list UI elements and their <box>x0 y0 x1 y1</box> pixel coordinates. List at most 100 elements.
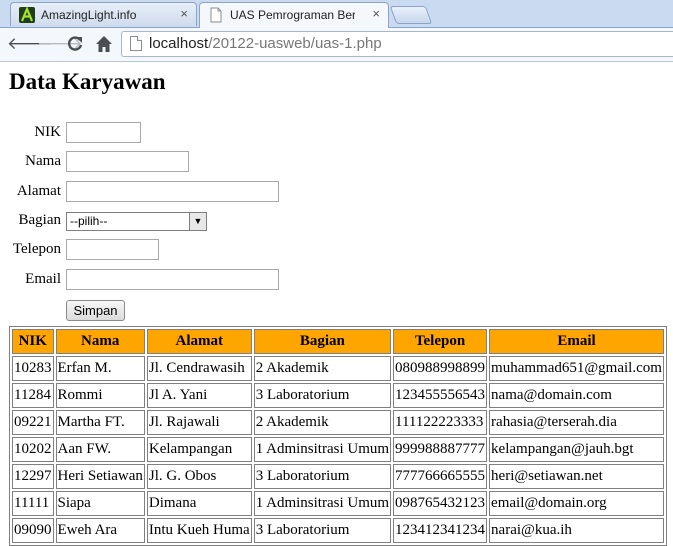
column-header-email: Email <box>489 329 664 354</box>
column-header-bagian: Bagian <box>253 329 392 354</box>
amazinglight-favicon-icon <box>19 7 35 23</box>
dropdown-arrow-icon[interactable]: ▼ <box>189 213 206 230</box>
cell-nama: Martha FT. <box>55 410 145 435</box>
email-label: Email <box>25 271 61 287</box>
close-tab-icon[interactable]: × <box>372 6 380 21</box>
url-path: /20122-uasweb/uas-1.php <box>208 35 382 52</box>
close-tab-icon[interactable]: × <box>180 6 188 21</box>
cell-nama: Aan FW. <box>55 437 145 462</box>
home-icon[interactable] <box>94 34 114 54</box>
cell-bagian: 3 Laboratorium <box>253 518 392 543</box>
cell-nik: 09221 <box>12 410 54 435</box>
table-header-row: NIK Nama Alamat Bagian Telepon Email <box>12 329 664 354</box>
cell-telepon: 123455556543 <box>393 383 488 408</box>
new-tab-button[interactable] <box>389 6 433 24</box>
cell-alamat: Jl. Rajawali <box>146 410 252 435</box>
cell-email: muhammad651@gmail.com <box>489 356 664 381</box>
table-row: 11284 Rommi Jl A. Yani 3 Laboratorium 12… <box>12 383 664 408</box>
cell-telepon: 777766665555 <box>393 464 488 489</box>
url-host: localhost <box>149 35 209 52</box>
cell-nik: 12297 <box>12 464 54 489</box>
cell-telepon: 080988998899 <box>393 356 488 381</box>
cell-email: nama@domain.com <box>489 383 664 408</box>
bagian-select[interactable]: --pilih-- ▼ <box>66 212 207 231</box>
tab-amazinglight[interactable]: AmazingLight.info × <box>10 2 197 26</box>
alamat-row: Alamat <box>0 181 673 203</box>
cell-nik: 11111 <box>12 491 54 516</box>
nama-row: Nama <box>0 151 673 173</box>
table-row: 10283 Erfan M. Jl. Cendrawasih 2 Akademi… <box>12 356 664 381</box>
karyawan-table: NIK Nama Alamat Bagian Telepon Email 102… <box>9 326 667 546</box>
column-header-telepon: Telepon <box>393 329 488 354</box>
table-row: 11111 Siapa Dimana 1 Adminsitrasi Umum 0… <box>12 491 664 516</box>
column-header-nik: NIK <box>12 329 54 354</box>
telepon-label: Telepon <box>12 241 61 257</box>
cell-email: narai@kua.ih <box>489 518 664 543</box>
tab-strip: AmazingLight.info × UAS Pemrograman Berb… <box>0 0 673 28</box>
nama-label: Nama <box>25 153 61 169</box>
page-icon <box>130 36 142 51</box>
reload-icon[interactable] <box>65 34 85 54</box>
bagian-selected-value: --pilih-- <box>70 214 108 228</box>
tab-title: AmazingLight.info <box>41 8 137 22</box>
page-favicon-icon <box>210 7 222 23</box>
cell-alamat: Kelampangan <box>146 437 252 462</box>
tab-uas[interactable]: UAS Pemrograman Berbas × <box>199 2 389 28</box>
email-row: Email <box>0 269 673 291</box>
forward-arrow-icon[interactable]: 🡒 <box>37 34 83 54</box>
cell-alamat: Dimana <box>146 491 252 516</box>
cell-nik: 11284 <box>12 383 54 408</box>
address-bar[interactable]: localhost/20122-uasweb/uas-1.php <box>121 31 673 57</box>
cell-nama: Siapa <box>55 491 145 516</box>
cell-bagian: 3 Laboratorium <box>253 464 392 489</box>
table-row: 10202 Aan FW. Kelampangan 1 Adminsitrasi… <box>12 437 664 462</box>
table-row: 09221 Martha FT. Jl. Rajawali 2 Akademik… <box>12 410 664 435</box>
cell-email: email@domain.org <box>489 491 664 516</box>
simpan-button[interactable]: Simpan <box>66 300 125 321</box>
cell-nama: Erfan M. <box>55 356 145 381</box>
cell-bagian: 1 Adminsitrasi Umum <box>253 491 392 516</box>
cell-nama: Rommi <box>55 383 145 408</box>
cell-telepon: 999988887777 <box>393 437 488 462</box>
bagian-label: Bagian <box>18 212 62 228</box>
cell-nama: Eweh Ara <box>55 518 145 543</box>
cell-telepon: 123412341234 <box>393 518 488 543</box>
alamat-input[interactable] <box>66 181 279 202</box>
nama-input[interactable] <box>66 151 189 172</box>
cell-email: rahasia@terserah.dia <box>489 410 664 435</box>
cell-alamat: Intu Kueh Huma <box>146 518 252 543</box>
cell-alamat: Jl A. Yani <box>146 383 252 408</box>
cell-alamat: Jl. G. Obos <box>146 464 252 489</box>
cell-nik: 09090 <box>12 518 54 543</box>
email-input[interactable] <box>66 269 279 290</box>
table-row: 09090 Eweh Ara Intu Kueh Huma 3 Laborato… <box>12 518 664 543</box>
nik-label: NIK <box>34 124 61 140</box>
cell-bagian: 3 Laboratorium <box>253 383 392 408</box>
page-content: Data Karyawan NIK Nama Alamat Bagian --p… <box>0 62 673 546</box>
browser-toolbar: 🡐 🡒 localhost/20122-uasweb/uas-1.php <box>0 28 673 62</box>
nik-input[interactable] <box>66 122 141 143</box>
cell-telepon: 098765432123 <box>393 491 488 516</box>
alamat-label: Alamat <box>16 183 61 199</box>
telepon-row: Telepon <box>0 239 673 261</box>
cell-alamat: Jl. Cendrawasih <box>146 356 252 381</box>
cell-telepon: 111122223333 <box>393 410 488 435</box>
cell-bagian: 2 Akademik <box>253 356 392 381</box>
bagian-row: Bagian --pilih-- ▼ <box>0 210 673 232</box>
column-header-nama: Nama <box>55 329 145 354</box>
page-title: Data Karyawan <box>9 69 166 94</box>
address-url: localhost/20122-uasweb/uas-1.php <box>149 35 382 52</box>
tab-title: UAS Pemrograman Berbas <box>230 8 355 22</box>
cell-nik: 10202 <box>12 437 54 462</box>
cell-email: heri@setiawan.net <box>489 464 664 489</box>
column-header-alamat: Alamat <box>146 329 252 354</box>
back-arrow-icon[interactable]: 🡐 <box>7 34 53 54</box>
cell-nama: Heri Setiawan <box>55 464 145 489</box>
cell-bagian: 2 Akademik <box>253 410 392 435</box>
cell-email: kelampangan@jauh.bgt <box>489 437 664 462</box>
nik-row: NIK <box>0 122 673 144</box>
cell-nik: 10283 <box>12 356 54 381</box>
cell-bagian: 1 Adminsitrasi Umum <box>253 437 392 462</box>
table-row: 12297 Heri Setiawan Jl. G. Obos 3 Labora… <box>12 464 664 489</box>
telepon-input[interactable] <box>66 239 159 260</box>
